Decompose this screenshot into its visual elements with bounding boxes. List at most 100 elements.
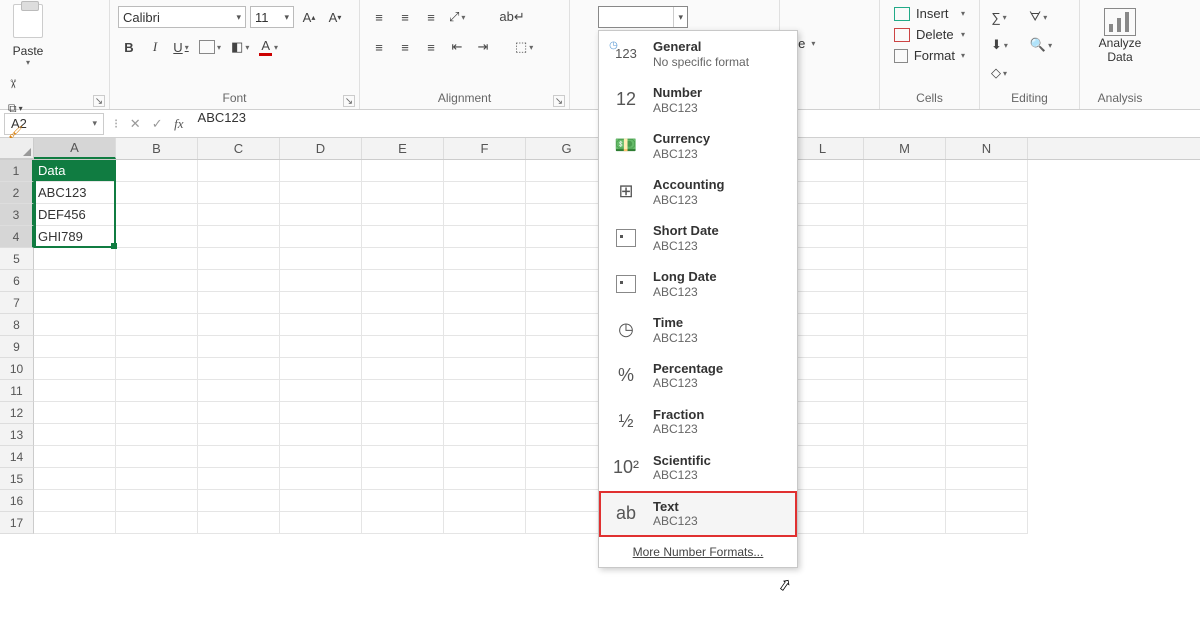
cell-F11[interactable] (444, 380, 526, 402)
number-format-option-fraction[interactable]: ½FractionABC123 (599, 399, 797, 445)
number-format-option-number[interactable]: 12NumberABC123 (599, 77, 797, 123)
cell-N3[interactable] (946, 204, 1028, 226)
cell-C1[interactable] (198, 160, 280, 182)
cell-D10[interactable] (280, 358, 362, 380)
cell-F14[interactable] (444, 446, 526, 468)
cell-M11[interactable] (864, 380, 946, 402)
column-header-A[interactable]: A (34, 138, 116, 159)
delete-button[interactable]: Delete▾ (888, 25, 971, 44)
cell-D3[interactable] (280, 204, 362, 226)
cell-D9[interactable] (280, 336, 362, 358)
cell-A11[interactable] (34, 380, 116, 402)
cell-D6[interactable] (280, 270, 362, 292)
row-header-14[interactable]: 14 (0, 446, 34, 468)
cell-A5[interactable] (34, 248, 116, 270)
cell-N1[interactable] (946, 160, 1028, 182)
autosum-button[interactable]: ∑ (988, 6, 1010, 28)
align-left-button[interactable]: ≡ (368, 36, 390, 58)
cell-C5[interactable] (198, 248, 280, 270)
cell-B1[interactable] (116, 160, 198, 182)
paste-button[interactable]: Paste ▾ (8, 4, 48, 67)
format-button[interactable]: Format▾ (888, 46, 971, 65)
select-all-corner[interactable] (0, 138, 34, 159)
cell-E15[interactable] (362, 468, 444, 490)
cell-A7[interactable] (34, 292, 116, 314)
cell-G7[interactable] (526, 292, 608, 314)
cell-E4[interactable] (362, 226, 444, 248)
cell-C9[interactable] (198, 336, 280, 358)
cell-F13[interactable] (444, 424, 526, 446)
cell-E11[interactable] (362, 380, 444, 402)
row-header-13[interactable]: 13 (0, 424, 34, 446)
cell-B7[interactable] (116, 292, 198, 314)
cell-B12[interactable] (116, 402, 198, 424)
cell-A6[interactable] (34, 270, 116, 292)
cell-B3[interactable] (116, 204, 198, 226)
cell-N5[interactable] (946, 248, 1028, 270)
cell-G5[interactable] (526, 248, 608, 270)
cell-G8[interactable] (526, 314, 608, 336)
italic-button[interactable]: I (144, 36, 166, 58)
underline-button[interactable]: U (170, 36, 192, 58)
cell-F5[interactable] (444, 248, 526, 270)
decrease-indent-button[interactable]: ⇤ (446, 36, 468, 58)
number-format-option-scientific[interactable]: 10²ScientificABC123 (599, 445, 797, 491)
increase-font-button[interactable]: A▴ (298, 6, 320, 28)
cell-A10[interactable] (34, 358, 116, 380)
cell-E8[interactable] (362, 314, 444, 336)
cell-E3[interactable] (362, 204, 444, 226)
cell-D13[interactable] (280, 424, 362, 446)
cell-G3[interactable] (526, 204, 608, 226)
copy-button[interactable]: ⧉▾ (8, 97, 23, 119)
cell-E7[interactable] (362, 292, 444, 314)
cell-A12[interactable] (34, 402, 116, 424)
align-top-button[interactable]: ≡ (368, 6, 390, 28)
row-header-15[interactable]: 15 (0, 468, 34, 490)
cell-B10[interactable] (116, 358, 198, 380)
cell-M2[interactable] (864, 182, 946, 204)
cell-M12[interactable] (864, 402, 946, 424)
cell-M10[interactable] (864, 358, 946, 380)
column-header-N[interactable]: N (946, 138, 1028, 159)
cell-G4[interactable] (526, 226, 608, 248)
cell-E10[interactable] (362, 358, 444, 380)
cell-D12[interactable] (280, 402, 362, 424)
analyze-data-button[interactable]: Analyze Data (1090, 4, 1150, 65)
cell-N11[interactable] (946, 380, 1028, 402)
cell-A16[interactable] (34, 490, 116, 512)
cell-A1[interactable]: Data (34, 160, 116, 182)
cancel-edit-button[interactable]: ✕ (124, 113, 146, 135)
cell-M17[interactable] (864, 512, 946, 534)
font-size-combo[interactable]: 11▾ (250, 6, 294, 28)
cell-D16[interactable] (280, 490, 362, 512)
cell-C10[interactable] (198, 358, 280, 380)
cell-N2[interactable] (946, 182, 1028, 204)
cell-E16[interactable] (362, 490, 444, 512)
find-select-button[interactable]: 🔍 (1027, 34, 1055, 56)
increase-indent-button[interactable]: ⇥ (472, 36, 494, 58)
cell-G17[interactable] (526, 512, 608, 534)
cell-F17[interactable] (444, 512, 526, 534)
cell-C2[interactable] (198, 182, 280, 204)
cell-E5[interactable] (362, 248, 444, 270)
cell-A9[interactable] (34, 336, 116, 358)
cell-C6[interactable] (198, 270, 280, 292)
cell-A8[interactable] (34, 314, 116, 336)
cell-F9[interactable] (444, 336, 526, 358)
cell-G15[interactable] (526, 468, 608, 490)
fx-icon[interactable]: fx (174, 116, 183, 132)
row-header-1[interactable]: 1 (0, 160, 34, 182)
cell-B5[interactable] (116, 248, 198, 270)
cell-G13[interactable] (526, 424, 608, 446)
cell-B14[interactable] (116, 446, 198, 468)
cell-M15[interactable] (864, 468, 946, 490)
cell-E14[interactable] (362, 446, 444, 468)
cell-G2[interactable] (526, 182, 608, 204)
cell-D17[interactable] (280, 512, 362, 534)
cell-M3[interactable] (864, 204, 946, 226)
merge-button[interactable]: ⬚ (512, 36, 536, 58)
align-center-button[interactable]: ≡ (394, 36, 416, 58)
row-header-7[interactable]: 7 (0, 292, 34, 314)
column-header-E[interactable]: E (362, 138, 444, 159)
font-family-combo[interactable]: Calibri▾ (118, 6, 246, 28)
